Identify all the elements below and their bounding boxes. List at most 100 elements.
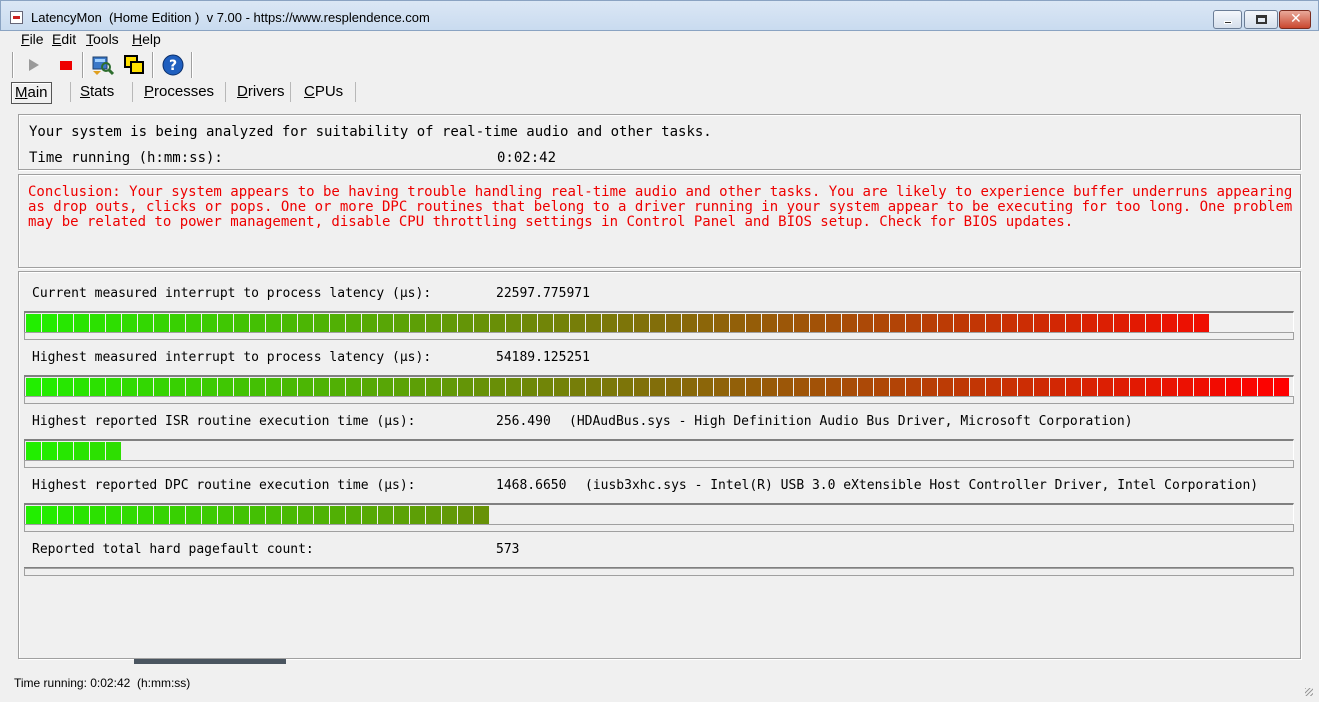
bar-segment xyxy=(106,442,122,460)
latency-bar-fill xyxy=(26,442,122,460)
help-icon: ? xyxy=(162,54,184,76)
maximize-button[interactable] xyxy=(1244,10,1278,29)
start-button[interactable] xyxy=(22,53,46,77)
stop-button[interactable] xyxy=(53,53,77,77)
bar-segment xyxy=(506,314,522,332)
bar-segment xyxy=(1226,378,1242,396)
metric-label: Highest reported DPC routine execution t… xyxy=(32,478,416,493)
bar-segment xyxy=(1114,378,1130,396)
minimize-button[interactable] xyxy=(1213,10,1242,29)
bar-segment xyxy=(330,314,346,332)
tab-drivers-mnemonic: D xyxy=(237,83,248,100)
metric-label: Highest reported ISR routine execution t… xyxy=(32,414,416,429)
windows-button[interactable] xyxy=(122,53,146,77)
tab-processes-mnemonic: P xyxy=(144,83,155,100)
app-icon[interactable] xyxy=(10,11,23,24)
menu-tools[interactable]: Tools xyxy=(86,31,119,47)
bar-segment xyxy=(202,314,218,332)
conclusion-text: Conclusion: Your system appears to be ha… xyxy=(28,184,1293,230)
bar-segment xyxy=(762,378,778,396)
tab-stats[interactable]: Stats xyxy=(77,82,117,104)
play-icon xyxy=(29,59,39,71)
horizontal-scrollbar-thumb[interactable] xyxy=(134,659,286,664)
bar-segment xyxy=(298,378,314,396)
metric-label: Current measured interrupt to process la… xyxy=(32,286,432,301)
latency-bar-fill xyxy=(26,506,490,524)
bar-segment xyxy=(1146,378,1162,396)
menu-file-label: ile xyxy=(29,31,44,47)
drivers-button[interactable] xyxy=(91,53,115,77)
bar-segment xyxy=(794,378,810,396)
bar-segment xyxy=(1210,378,1226,396)
menu-edit[interactable]: Edit xyxy=(52,31,76,47)
menu-bar: File Edit Tools Help xyxy=(8,31,1311,49)
bar-segment xyxy=(618,314,634,332)
latency-bar xyxy=(24,311,1294,340)
help-button[interactable]: ? xyxy=(161,53,185,77)
bar-segment xyxy=(346,314,362,332)
metric-driver-info: (iusb3xhc.sys - Intel(R) USB 3.0 eXtensi… xyxy=(585,478,1259,493)
bar-segment xyxy=(282,506,298,524)
bar-segment xyxy=(234,314,250,332)
tab-processes[interactable]: Processes xyxy=(141,82,217,104)
title-bar[interactable]: LatencyMon (Home Edition ) v 7.00 - http… xyxy=(0,0,1319,31)
menu-edit-label: dit xyxy=(61,31,77,47)
maximize-icon xyxy=(1256,15,1267,24)
menu-file[interactable]: File xyxy=(21,31,44,47)
bar-segment xyxy=(442,378,458,396)
bar-segment xyxy=(682,314,698,332)
metric-value: 22597.775971 xyxy=(496,286,590,301)
tab-separator xyxy=(70,82,71,102)
bar-segment xyxy=(394,506,410,524)
bar-segment xyxy=(1034,314,1050,332)
bar-segment xyxy=(1194,314,1210,332)
minimize-icon xyxy=(1224,21,1232,24)
bar-segment xyxy=(378,314,394,332)
bar-segment xyxy=(202,506,218,524)
bar-segment xyxy=(250,314,266,332)
bar-segment xyxy=(554,314,570,332)
bar-segment xyxy=(1146,314,1162,332)
bar-segment xyxy=(730,314,746,332)
bar-segment xyxy=(1098,314,1114,332)
bar-segment xyxy=(1130,314,1146,332)
close-button[interactable]: ✕ xyxy=(1279,10,1311,29)
latency-bar xyxy=(24,503,1294,532)
menu-file-mnemonic: F xyxy=(21,31,30,47)
bar-segment xyxy=(1050,378,1066,396)
resize-grip-icon[interactable] xyxy=(1305,688,1313,696)
bar-segment xyxy=(1114,314,1130,332)
bar-segment xyxy=(90,378,106,396)
bar-segment xyxy=(42,506,58,524)
bar-segment xyxy=(586,314,602,332)
bar-segment xyxy=(986,378,1002,396)
bar-segment xyxy=(138,314,154,332)
bar-segment xyxy=(906,314,922,332)
metric-label: Reported total hard pagefault count: xyxy=(32,542,314,557)
bar-segment xyxy=(522,314,538,332)
menu-help[interactable]: Help xyxy=(132,31,161,47)
bar-segment xyxy=(890,314,906,332)
bar-segment xyxy=(26,442,42,460)
bar-segment xyxy=(458,506,474,524)
bar-segment xyxy=(154,314,170,332)
bar-segment xyxy=(234,378,250,396)
bar-segment xyxy=(74,506,90,524)
tab-main[interactable]: Main xyxy=(11,82,52,104)
bar-segment xyxy=(122,378,138,396)
bar-segment xyxy=(314,314,330,332)
bar-segment xyxy=(906,378,922,396)
tab-bar: Main Stats Processes Drivers CPUs xyxy=(8,80,1311,104)
tab-cpus[interactable]: CPUs xyxy=(301,82,346,104)
bar-segment xyxy=(298,314,314,332)
bar-segment xyxy=(570,378,586,396)
stop-icon xyxy=(60,61,72,70)
bar-segment xyxy=(218,378,234,396)
tab-drivers[interactable]: Drivers xyxy=(234,82,288,104)
bar-segment xyxy=(362,378,378,396)
latency-bar-fill xyxy=(26,378,1290,396)
bar-segment xyxy=(970,378,986,396)
bar-segment xyxy=(298,506,314,524)
bar-segment xyxy=(1082,378,1098,396)
bar-segment xyxy=(1258,378,1274,396)
